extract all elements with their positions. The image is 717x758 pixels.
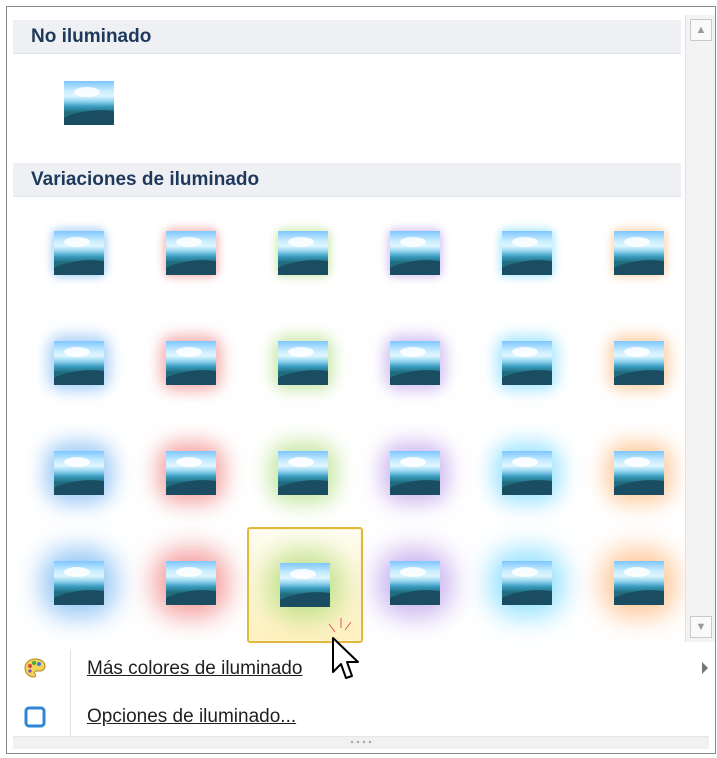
glow-variation-option[interactable] [359,417,471,529]
section-title-no-glow: No iluminado [31,26,152,47]
picture-thumbnail-icon [64,81,114,125]
glow-variation-option[interactable] [471,197,583,309]
glow-frame [278,231,328,275]
glow-variation-option[interactable] [247,197,359,309]
glow-variation-option[interactable] [471,417,583,529]
arrow-down-icon: ▼ [695,620,707,633]
picture-thumbnail-icon [502,341,552,385]
picture-thumbnail-icon [390,231,440,275]
scroll-down-button[interactable]: ▼ [690,616,712,638]
picture-thumbnail-icon [502,231,552,275]
glow-frame [390,231,440,275]
section-header-variations: Variaciones de iluminado [13,163,681,197]
picture-thumbnail-icon [166,341,216,385]
glow-variation-option[interactable] [23,527,135,639]
glow-variation-option[interactable] [23,197,135,309]
glow-frame [502,341,552,385]
glow-frame [502,561,552,605]
glow-variation-option[interactable] [471,527,583,639]
glow-variation-option[interactable] [359,527,471,639]
glow-frame [278,341,328,385]
resize-grip[interactable] [13,736,709,749]
glow-frame [390,341,440,385]
glow-options-icon [23,705,47,729]
picture-thumbnail-icon [54,561,104,605]
glow-frame [54,561,104,605]
picture-thumbnail-icon [614,231,664,275]
glow-frame [614,231,664,275]
picture-thumbnail-icon [166,231,216,275]
scroll-up-button[interactable]: ▲ [690,19,712,41]
glow-variation-option[interactable] [247,417,359,529]
picture-thumbnail-icon [280,563,330,607]
glow-variation-option[interactable] [135,417,247,529]
glow-frame [614,451,664,495]
picture-thumbnail-icon [390,341,440,385]
glow-frame [614,561,664,605]
glow-frame [166,451,216,495]
picture-thumbnail-icon [502,451,552,495]
picture-thumbnail-icon [390,561,440,605]
glow-variation-option[interactable] [23,307,135,419]
picture-thumbnail-icon [278,451,328,495]
glow-variation-option[interactable] [359,197,471,309]
glow-frame [502,451,552,495]
glow-options-menu-item[interactable]: Opciones de iluminado... [13,697,717,737]
glow-variation-option[interactable] [135,307,247,419]
glow-variation-option[interactable] [583,197,695,309]
picture-thumbnail-icon [390,451,440,495]
palette-icon [23,657,47,681]
submenu-arrow-icon [702,662,708,674]
glow-variation-option[interactable] [135,197,247,309]
glow-variation-option[interactable] [359,307,471,419]
section-title-variations: Variaciones de iluminado [31,169,260,190]
grip-dots-icon [349,740,373,744]
glow-frame [390,451,440,495]
glow-variation-option[interactable] [247,307,359,419]
glow-frame [166,231,216,275]
no-glow-option[interactable] [33,47,145,159]
picture-thumbnail-icon [166,561,216,605]
glow-frame [54,231,104,275]
glow-frame [502,231,552,275]
glow-options-label: Opciones de iluminado... [87,706,297,727]
glow-frame [278,451,328,495]
glow-variation-option[interactable] [23,417,135,529]
glow-frame [166,341,216,385]
picture-thumbnail-icon [54,231,104,275]
picture-thumbnail-icon [54,341,104,385]
picture-thumbnail-icon [278,231,328,275]
glow-frame [390,561,440,605]
glow-frame [614,341,664,385]
picture-thumbnail-icon [278,341,328,385]
glow-frame [166,561,216,605]
picture-thumbnail-icon [166,451,216,495]
more-glow-colors-label: Más colores de iluminado [87,658,303,679]
glow-frame [54,451,104,495]
arrow-up-icon: ▲ [695,23,707,36]
mouse-pointer-icon [323,610,367,690]
gallery-scrollbar[interactable]: ▲ ▼ [685,15,715,642]
picture-thumbnail-icon [614,561,664,605]
scroll-track[interactable] [690,45,712,612]
picture-thumbnail-icon [614,451,664,495]
picture-thumbnail-icon [54,451,104,495]
glow-variation-option[interactable] [471,307,583,419]
picture-thumbnail-icon [502,561,552,605]
glow-variation-option[interactable] [583,307,695,419]
glow-variation-option[interactable] [135,527,247,639]
glow-variation-option[interactable] [583,527,695,639]
glow-variation-option[interactable] [583,417,695,529]
picture-thumbnail-icon [614,341,664,385]
glow-frame [54,341,104,385]
glow-frame [280,563,330,607]
